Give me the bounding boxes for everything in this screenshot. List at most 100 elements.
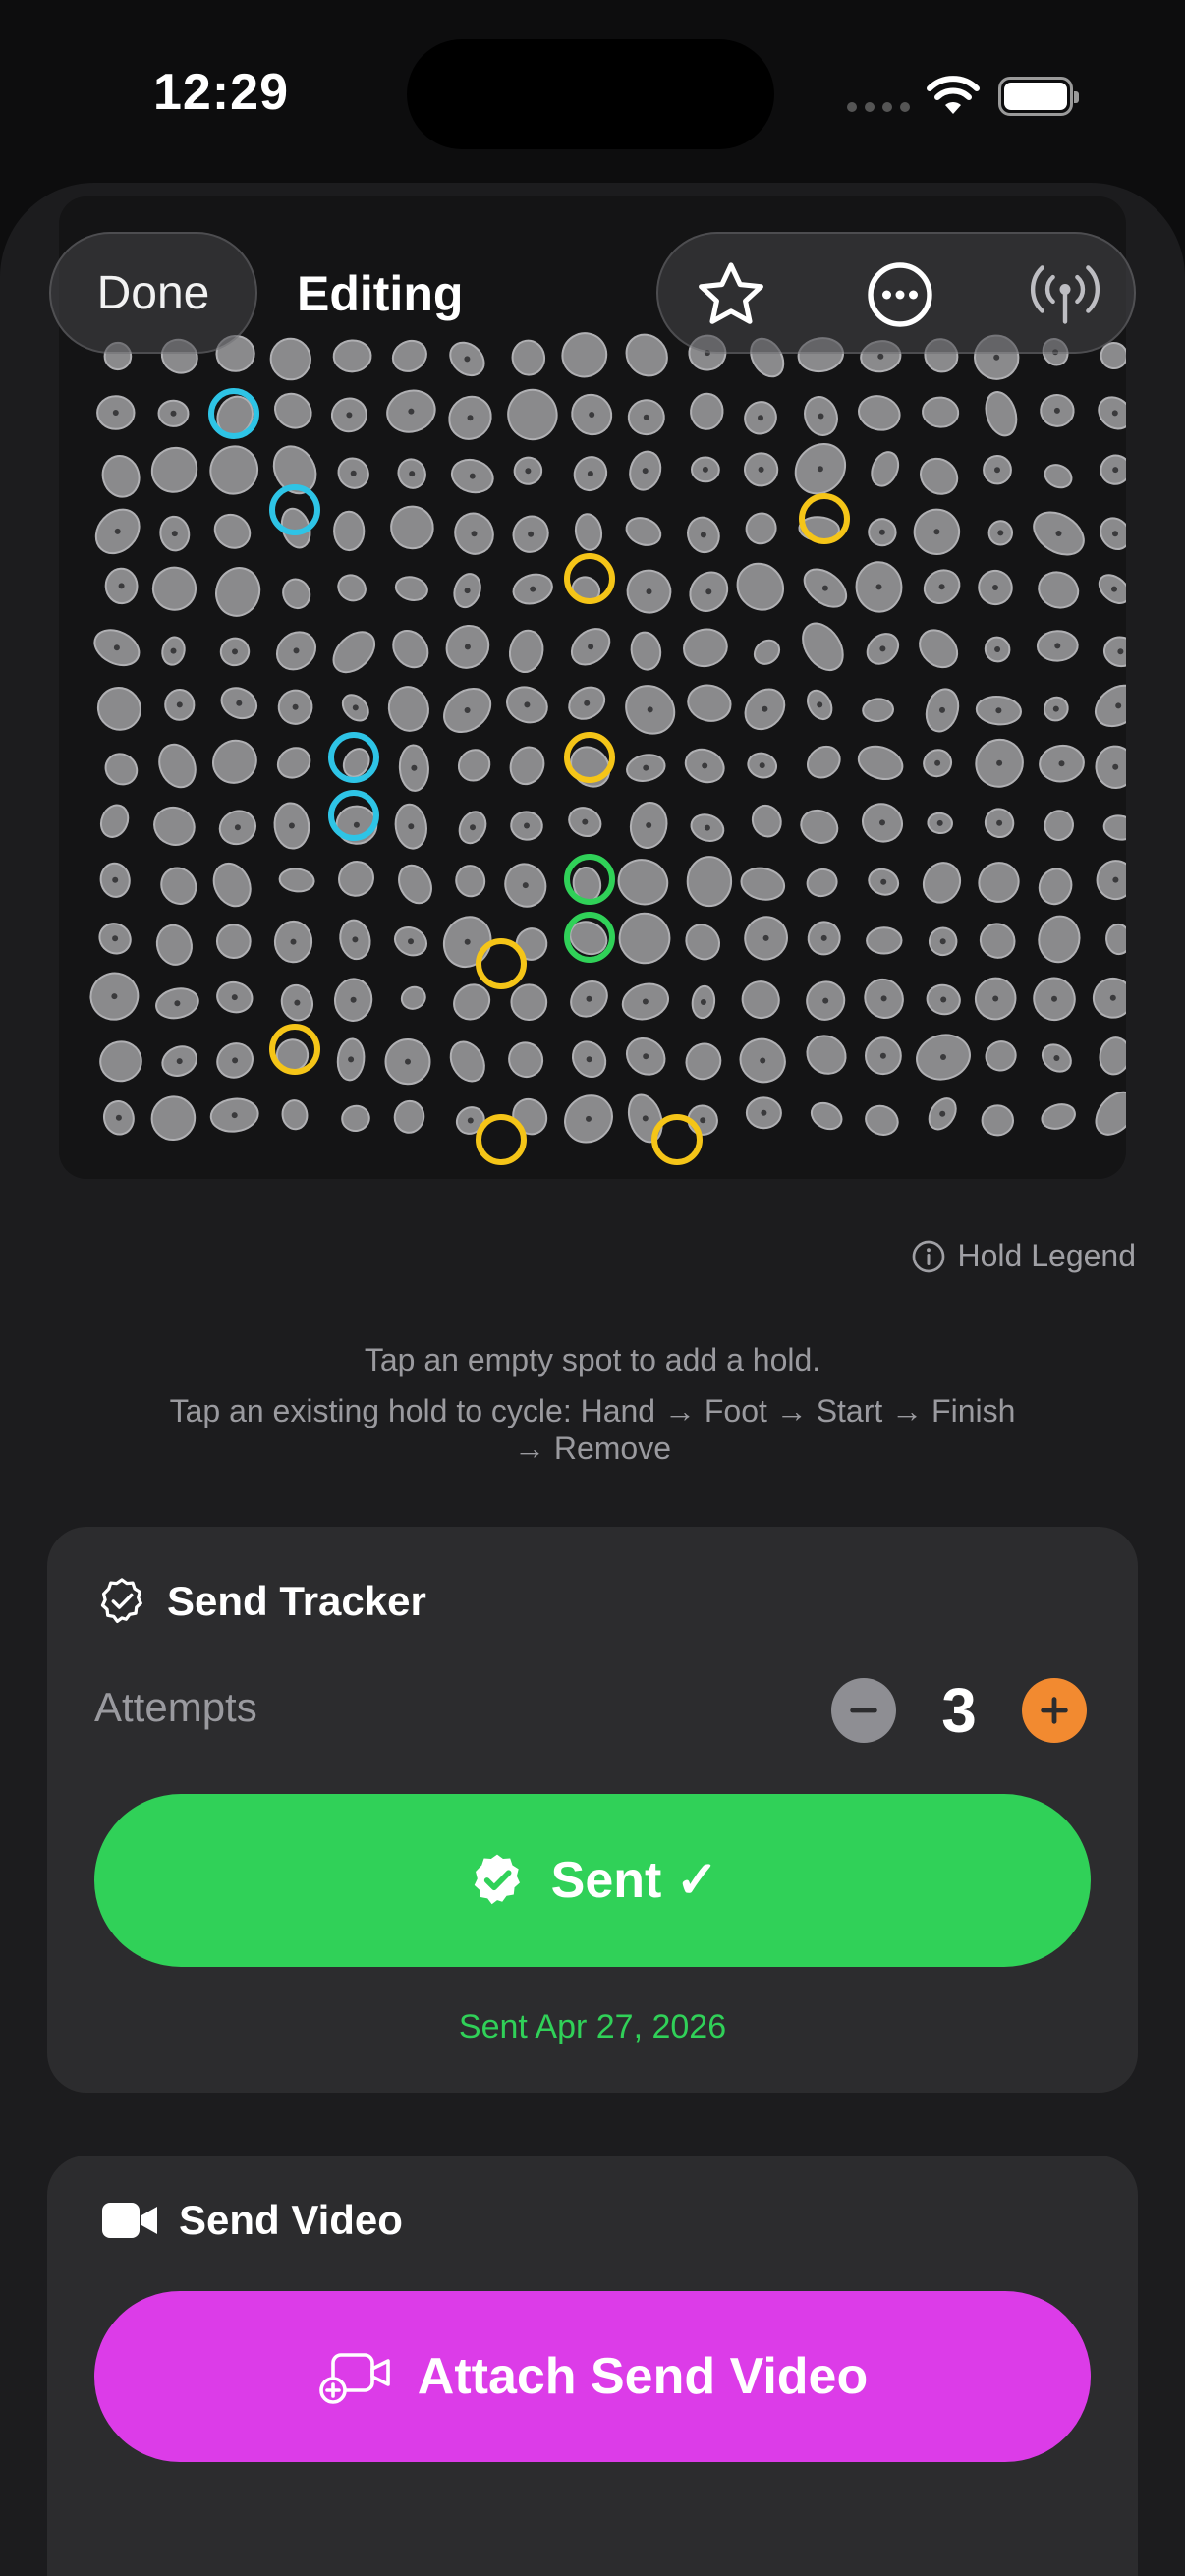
board-hold[interactable] <box>512 924 550 964</box>
board-hold[interactable] <box>503 1036 549 1083</box>
board-hold[interactable] <box>201 437 267 503</box>
board-hold[interactable] <box>728 554 793 619</box>
board-hold[interactable] <box>855 392 903 435</box>
board-hold[interactable] <box>143 1088 203 1148</box>
attach-video-button[interactable]: Attach Send Video <box>94 2291 1091 2462</box>
board-hold[interactable] <box>394 574 430 603</box>
board-hold[interactable] <box>618 326 675 384</box>
board-hold[interactable] <box>332 855 380 903</box>
board-hold[interactable] <box>622 513 664 550</box>
board-hold[interactable] <box>510 338 546 377</box>
board-hold[interactable] <box>685 681 735 725</box>
hold-legend-button[interactable]: Hold Legend <box>911 1238 1136 1274</box>
board-hold[interactable] <box>854 741 907 785</box>
board-hold[interactable] <box>802 740 846 784</box>
board-hold[interactable] <box>573 512 603 551</box>
board-hold[interactable] <box>272 742 315 783</box>
board-hold[interactable] <box>735 975 786 1026</box>
board-hold[interactable] <box>1094 569 1126 608</box>
board-hold[interactable] <box>862 1101 903 1140</box>
board-hold[interactable] <box>804 866 840 899</box>
board-hold[interactable] <box>1035 865 1077 909</box>
board-hold[interactable] <box>750 636 784 669</box>
board-hold[interactable] <box>748 801 785 840</box>
board-hold[interactable] <box>680 919 726 966</box>
board-hold[interactable] <box>207 858 257 913</box>
board-hold[interactable] <box>613 854 672 910</box>
board-hold[interactable] <box>807 1098 846 1135</box>
board-hold[interactable] <box>507 1092 553 1140</box>
board-hold[interactable] <box>89 679 148 738</box>
board-hold[interactable] <box>506 628 546 676</box>
board-hold[interactable] <box>444 1036 491 1087</box>
board-hold[interactable] <box>981 388 1021 439</box>
board-hold[interactable] <box>686 856 733 908</box>
board-hold[interactable] <box>918 857 967 908</box>
board-hold[interactable] <box>1035 913 1083 966</box>
marked-hold-foot[interactable] <box>476 1114 527 1165</box>
board-hold[interactable] <box>914 451 965 501</box>
board-hold[interactable] <box>974 917 1022 965</box>
board-hold[interactable] <box>981 1036 1021 1076</box>
board-hold[interactable] <box>504 386 561 444</box>
board-hold[interactable] <box>505 742 549 789</box>
favorite-star-icon[interactable] <box>688 252 774 338</box>
board-hold[interactable] <box>398 983 428 1012</box>
board-hold[interactable] <box>148 801 200 851</box>
board-hold[interactable] <box>1098 1036 1126 1077</box>
board-hold[interactable] <box>912 623 964 675</box>
board-hold[interactable] <box>388 335 432 376</box>
board-hold[interactable] <box>153 739 202 793</box>
board-hold[interactable] <box>204 732 264 791</box>
board-hold[interactable] <box>326 624 382 680</box>
board-hold[interactable] <box>96 801 133 841</box>
board-hold[interactable] <box>208 508 256 555</box>
board-hold[interactable] <box>680 1037 727 1086</box>
board-hold[interactable] <box>866 926 903 955</box>
board-hold[interactable] <box>1094 858 1126 902</box>
board-hold[interactable] <box>386 624 435 674</box>
board-hold[interactable] <box>972 855 1027 910</box>
board-hold[interactable] <box>154 862 202 911</box>
board-hold[interactable] <box>862 698 894 723</box>
board-hold[interactable] <box>1039 1100 1078 1133</box>
board-hold[interactable] <box>393 860 438 909</box>
board-hold[interactable] <box>340 1104 370 1133</box>
board-hold[interactable] <box>278 868 315 893</box>
board-hold[interactable] <box>1093 391 1126 435</box>
marked-hold-foot[interactable] <box>651 1114 703 1165</box>
board-hold[interactable] <box>210 918 257 965</box>
board-hold[interactable] <box>1102 813 1126 842</box>
board-hold[interactable] <box>1095 513 1126 555</box>
board-hold[interactable] <box>1105 923 1126 956</box>
board-hold[interactable] <box>152 922 196 969</box>
board-hold[interactable] <box>1095 745 1126 790</box>
board-hold[interactable] <box>452 744 495 787</box>
decrement-button[interactable] <box>831 1678 896 1743</box>
board-hold[interactable] <box>332 339 372 373</box>
board-hold[interactable] <box>741 508 781 548</box>
board-hold[interactable] <box>382 498 441 557</box>
board-hold[interactable] <box>1042 461 1076 492</box>
board-hold[interactable] <box>392 1098 426 1135</box>
board-hold[interactable] <box>268 336 313 382</box>
board-hold[interactable] <box>454 864 487 899</box>
board-hold[interactable] <box>681 626 731 671</box>
board-hold[interactable] <box>149 564 199 613</box>
increment-button[interactable] <box>1022 1678 1087 1743</box>
board-hold[interactable] <box>690 392 724 430</box>
board-hold[interactable] <box>99 748 142 791</box>
board-hold[interactable] <box>143 439 206 501</box>
board-hold[interactable] <box>800 1028 854 1081</box>
board-hold[interactable] <box>97 1038 144 1085</box>
board-hold[interactable] <box>98 452 144 501</box>
board-hold[interactable] <box>281 1099 310 1131</box>
board-hold[interactable] <box>739 865 788 904</box>
board-hold[interactable] <box>867 448 903 490</box>
board-hold[interactable] <box>334 570 370 605</box>
board-hold[interactable] <box>1096 450 1126 490</box>
board-hold[interactable] <box>1042 808 1076 843</box>
board-hold[interactable] <box>981 1104 1014 1137</box>
board-hold[interactable] <box>922 396 960 428</box>
more-options-icon[interactable] <box>857 252 943 338</box>
